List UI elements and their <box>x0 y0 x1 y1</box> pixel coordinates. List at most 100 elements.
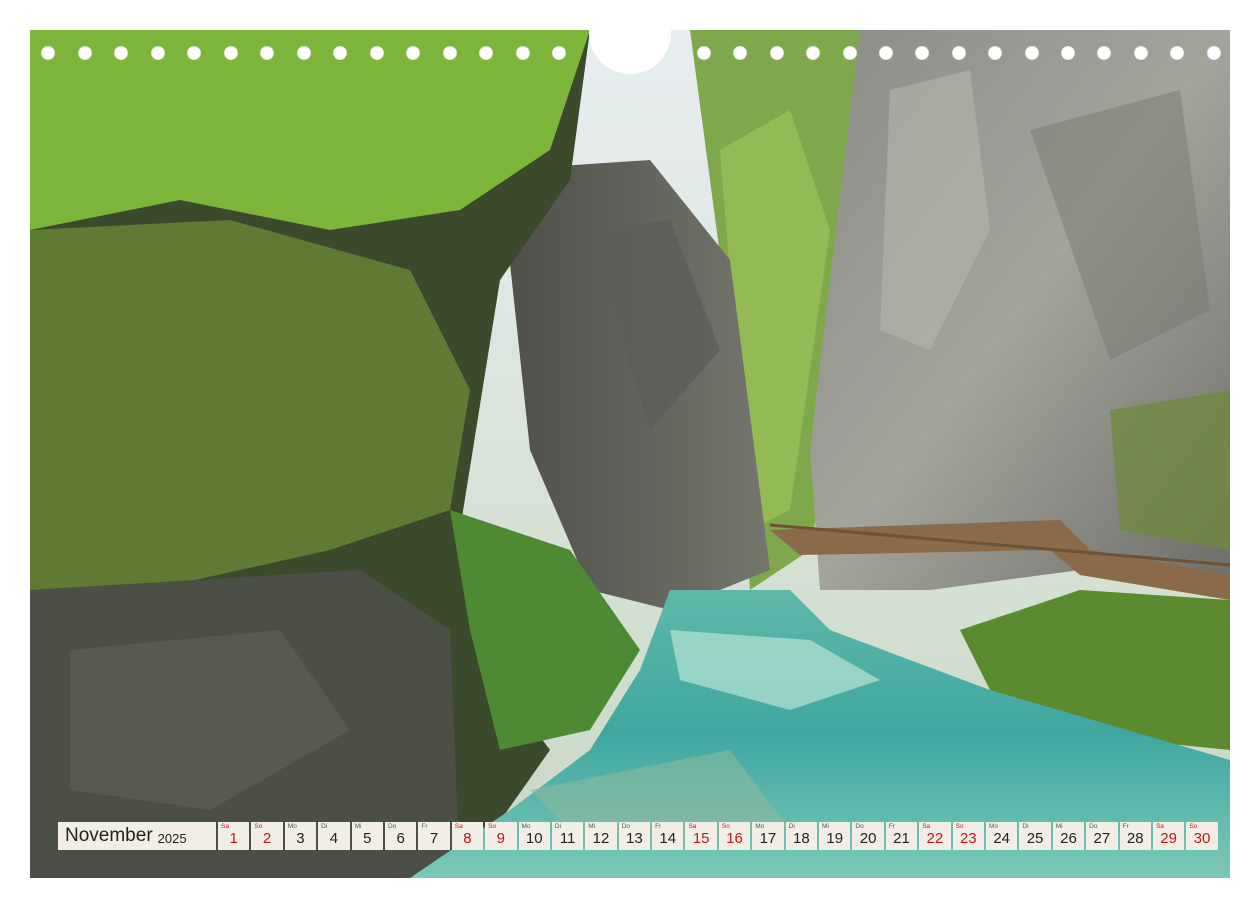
calendar-day: Mi 26 <box>1052 822 1085 850</box>
binding-hole <box>842 46 857 60</box>
calendar-day: Fr 28 <box>1119 822 1151 850</box>
day-number: 19 <box>826 830 844 847</box>
calendar-day: Do 13 <box>618 822 651 850</box>
day-weekday: Mo <box>287 823 297 830</box>
binding-hole <box>187 46 201 60</box>
calendar-day: Do 20 <box>852 822 884 850</box>
day-weekday: Sa <box>454 823 463 830</box>
day-weekday: So <box>955 823 964 830</box>
calendar-day: Sa 1 <box>218 822 250 850</box>
calendar-day: Mo 3 <box>284 822 317 850</box>
day-weekday: Sa <box>688 823 697 830</box>
day-weekday: Fr <box>655 823 662 830</box>
calendar-day: Sa 22 <box>919 822 951 850</box>
day-weekday: Mi <box>1055 823 1063 830</box>
calendar-day: Mo 17 <box>752 822 784 850</box>
day-weekday: Do <box>621 823 630 830</box>
calendar-day: So 16 <box>718 822 751 850</box>
day-weekday: Mo <box>988 823 999 830</box>
binding-hole <box>479 46 493 60</box>
calendar-day: So 23 <box>952 822 984 850</box>
day-weekday: Mo <box>521 823 531 830</box>
day-number: 24 <box>993 830 1011 847</box>
calendar-day: Do 27 <box>1086 822 1118 850</box>
calendar-day: Do 6 <box>384 822 417 850</box>
day-number: 6 <box>396 830 405 847</box>
month-label: November 2025 <box>58 822 216 850</box>
day-weekday: So <box>488 823 497 830</box>
day-number: 13 <box>626 830 643 847</box>
binding-hole <box>552 46 566 60</box>
binding-hole <box>260 46 274 60</box>
day-weekday: Fr <box>888 823 895 830</box>
day-number: 21 <box>893 830 910 847</box>
day-number: 12 <box>592 830 610 847</box>
binding-hole <box>1206 46 1221 60</box>
day-number: 17 <box>759 830 777 847</box>
day-number: 5 <box>363 830 372 847</box>
binding-hole <box>1024 46 1039 60</box>
day-number: 22 <box>926 830 944 847</box>
day-weekday: Mo <box>755 823 765 830</box>
day-weekday: Di <box>1022 823 1029 830</box>
day-number: 11 <box>559 830 576 847</box>
gorge-illustration <box>30 30 1230 878</box>
day-weekday: Mi <box>354 823 362 830</box>
day-number: 29 <box>1160 830 1177 847</box>
binding-hole <box>41 46 55 60</box>
day-weekday: Do <box>387 823 397 830</box>
day-number: 25 <box>1026 830 1044 847</box>
binding-hole <box>406 46 420 60</box>
calendar-day: Mi 5 <box>351 822 383 850</box>
day-number: 9 <box>496 830 505 847</box>
calendar-day: Fr 7 <box>418 822 450 850</box>
day-weekday: Sa <box>922 823 931 830</box>
day-number: 7 <box>429 830 439 847</box>
gorge-photo <box>30 30 1230 878</box>
calendar-day: Di 25 <box>1019 822 1051 850</box>
day-weekday: Do <box>855 823 864 830</box>
day-weekday: So <box>1189 823 1198 830</box>
day-weekday: Sa <box>221 823 229 830</box>
binding-hole <box>333 46 347 60</box>
binding-hole <box>1061 46 1075 60</box>
day-number: 18 <box>792 830 810 847</box>
day-weekday: Fr <box>1122 823 1129 830</box>
calendar-day: Mo 24 <box>985 822 1018 850</box>
calendar-day: Di 11 <box>551 822 584 850</box>
day-weekday: Di <box>788 823 795 830</box>
calendar-day: So 2 <box>251 822 283 850</box>
day-number: 23 <box>959 830 977 847</box>
binding-hole <box>77 46 92 60</box>
day-number: 4 <box>329 830 339 847</box>
calendar-day: Sa 8 <box>451 822 484 850</box>
day-number: 1 <box>229 830 238 847</box>
day-weekday: Mi <box>822 823 829 830</box>
calendar-day: Sa 29 <box>1152 822 1185 850</box>
binding-hole <box>114 46 128 60</box>
calendar-day: Di 4 <box>318 822 350 850</box>
binding-hole <box>879 46 893 60</box>
binding-hole <box>369 46 384 60</box>
month-name: November <box>65 825 153 846</box>
binding-hole <box>150 46 165 60</box>
binding-hole <box>515 46 530 60</box>
day-number: 15 <box>692 830 710 847</box>
day-number: 3 <box>296 830 305 847</box>
binding-hole <box>223 46 238 60</box>
binding-hole <box>769 46 784 60</box>
day-number: 2 <box>262 830 272 847</box>
calendar-day: Di 18 <box>785 822 818 850</box>
day-weekday: So <box>721 823 730 830</box>
day-number: 20 <box>859 830 877 847</box>
day-weekday: Do <box>1089 823 1098 830</box>
day-weekday: Fr <box>421 823 428 830</box>
calendar-day: Fr 21 <box>885 822 918 850</box>
day-number: 8 <box>463 830 472 847</box>
day-weekday: Mi <box>588 823 596 830</box>
calendar-day: So 30 <box>1186 822 1218 850</box>
day-number: 28 <box>1126 830 1144 847</box>
day-number: 27 <box>1093 830 1111 847</box>
calendar-day: Mi 12 <box>585 822 617 850</box>
day-number: 10 <box>525 830 543 847</box>
